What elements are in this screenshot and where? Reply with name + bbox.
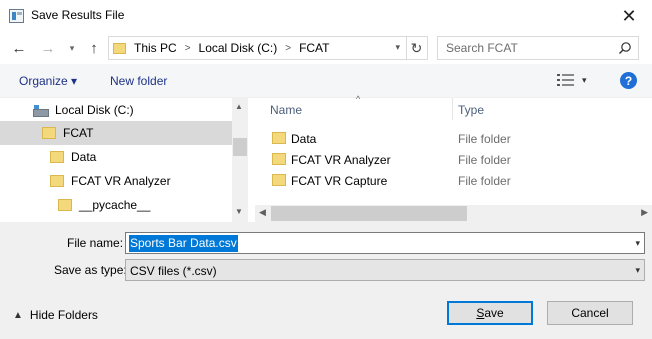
file-row[interactable]: FCAT VR Capture File folder — [262, 170, 642, 191]
file-list-scrollbar[interactable]: ◀ ▶ — [255, 205, 652, 222]
tree-item-pycache[interactable]: __pycache__ — [0, 193, 232, 217]
tree-item-label: FCAT VR Analyzer — [71, 174, 171, 188]
forward-button[interactable]: → — [39, 39, 57, 57]
close-button[interactable]: ✕ — [606, 0, 652, 32]
column-divider[interactable] — [452, 98, 453, 120]
breadcrumb-this-pc[interactable]: This PC — [134, 41, 177, 55]
chevron-down-icon: ▾ — [69, 42, 75, 53]
file-type: File folder — [458, 174, 511, 188]
hide-folders-label: Hide Folders — [29, 308, 98, 322]
scroll-up-icon[interactable]: ▲ — [235, 102, 243, 111]
folder-icon — [272, 153, 286, 165]
view-options-icon[interactable] — [557, 73, 575, 87]
arrow-right-icon: → — [40, 39, 56, 57]
column-header-name[interactable]: Name — [270, 98, 453, 122]
window-title: Save Results File — [31, 8, 125, 22]
savetype-label: Save as type: — [54, 263, 127, 277]
tree-scrollbar[interactable]: ▲ ▼ — [232, 98, 248, 222]
help-icon[interactable]: ? — [620, 72, 637, 89]
folder-icon — [272, 132, 286, 144]
folder-icon — [50, 175, 64, 187]
chevron-right-icon: > — [184, 42, 191, 54]
arrow-left-icon: ← — [11, 39, 27, 57]
scroll-down-icon[interactable]: ▼ — [235, 207, 243, 216]
file-name: FCAT VR Capture — [291, 174, 388, 188]
folder-icon — [50, 151, 64, 163]
title-bar: Save Results File ✕ — [0, 0, 652, 32]
search-icon[interactable] — [618, 41, 632, 55]
tree-item-label: FCAT — [63, 126, 94, 140]
chevron-down-icon[interactable]: ▾ — [635, 238, 640, 249]
view-dropdown-icon[interactable]: ▾ — [582, 75, 587, 86]
filename-field[interactable]: Sports Bar Data.csv ▾ — [125, 232, 645, 254]
file-row[interactable]: FCAT VR Analyzer File folder — [262, 149, 642, 170]
save-form: File name: Sports Bar Data.csv ▾ Save as… — [0, 222, 652, 339]
scroll-right-icon[interactable]: ▶ — [641, 207, 648, 218]
file-list: ^ Name Type Data File folder FCAT VR Ana… — [255, 94, 652, 222]
savetype-select[interactable]: CSV files (*.csv) ▾ — [125, 259, 645, 281]
refresh-button[interactable]: ↻ — [406, 36, 428, 60]
navigation-pane: Local Disk (C:) FCAT Data FCAT VR Analyz… — [0, 98, 248, 222]
tree-item-local-disk[interactable]: Local Disk (C:) — [0, 98, 232, 122]
command-bar: Organize ▾ New folder ▾ ? — [0, 64, 652, 98]
up-button[interactable]: ↑ — [85, 39, 103, 57]
save-label: Save — [476, 306, 504, 320]
tree-item-label: __pycache__ — [79, 198, 151, 212]
navigation-bar: ← → ▾ ↑ This PC > Local Disk (C:) > FCAT… — [0, 32, 652, 64]
file-type: File folder — [458, 153, 511, 167]
recent-locations-button[interactable]: ▾ — [63, 39, 81, 57]
tree-item-fcat[interactable]: FCAT — [0, 121, 232, 145]
new-folder-button[interactable]: New folder — [110, 74, 167, 88]
address-dropdown-icon[interactable]: ▾ — [395, 42, 400, 53]
file-name: Data — [291, 132, 317, 146]
tree-item-data[interactable]: Data — [0, 145, 232, 169]
file-row[interactable]: Data File folder — [262, 128, 642, 149]
save-button[interactable]: Save — [447, 301, 533, 325]
search-input[interactable] — [438, 37, 613, 59]
folder-icon — [272, 174, 286, 186]
cancel-label: Cancel — [571, 306, 609, 320]
scrollbar-thumb[interactable] — [233, 138, 247, 156]
savetype-value: CSV files (*.csv) — [130, 264, 217, 278]
filename-input[interactable]: Sports Bar Data.csv — [129, 235, 238, 252]
breadcrumb-local-disk[interactable]: Local Disk (C:) — [199, 41, 278, 55]
organize-button[interactable]: Organize ▾ — [19, 74, 77, 88]
drive-icon — [33, 105, 49, 117]
refresh-icon: ↻ — [410, 39, 423, 56]
arrow-up-icon: ↑ — [90, 39, 98, 57]
search-box[interactable] — [437, 36, 639, 60]
breadcrumb-fcat[interactable]: FCAT — [299, 41, 329, 55]
column-header-type[interactable]: Type — [458, 98, 652, 122]
cancel-button[interactable]: Cancel — [547, 301, 633, 325]
back-button[interactable]: ← — [10, 39, 28, 57]
scroll-left-icon[interactable]: ◀ — [259, 207, 266, 218]
tree-item-label: Local Disk (C:) — [55, 103, 134, 117]
tree-item-label: Data — [71, 150, 97, 164]
folder-icon — [42, 127, 56, 139]
file-type: File folder — [458, 132, 511, 146]
folder-icon — [113, 42, 126, 54]
hide-folders-button[interactable]: ▲ Hide Folders — [13, 308, 98, 322]
chevron-up-icon: ▲ — [13, 309, 23, 321]
tree-item-fcat-vr-analyzer[interactable]: FCAT VR Analyzer — [0, 169, 232, 193]
chevron-right-icon: > — [285, 42, 292, 54]
scrollbar-thumb[interactable] — [271, 206, 467, 221]
folder-icon — [58, 199, 72, 211]
address-bar[interactable]: This PC > Local Disk (C:) > FCAT ▾ — [108, 36, 407, 60]
app-icon — [9, 9, 24, 23]
filename-label: File name: — [67, 236, 124, 250]
close-icon: ✕ — [621, 5, 637, 26]
file-name: FCAT VR Analyzer — [291, 153, 391, 167]
chevron-down-icon: ▾ — [635, 265, 640, 275]
